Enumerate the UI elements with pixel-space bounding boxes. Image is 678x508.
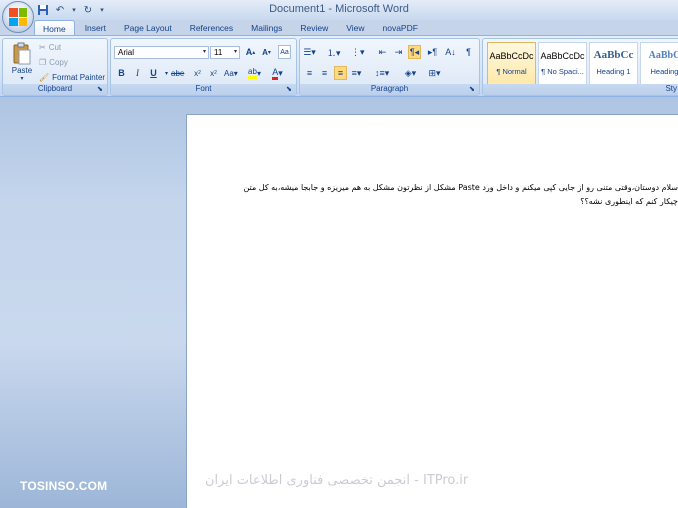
ribbon: Paste ▾ ✂ Cut ❐ Copy 🖌 Format Painter Cl… xyxy=(0,35,678,97)
shading-button[interactable]: ◈▾ xyxy=(404,66,417,80)
chevron-down-icon: ▾ xyxy=(202,49,206,55)
office-button[interactable] xyxy=(2,1,34,33)
customize-qat-icon[interactable]: ▾ xyxy=(98,3,106,17)
ltr-direction-button[interactable]: ▸¶ xyxy=(426,45,439,59)
style-name: Heading xyxy=(650,67,678,76)
style-normal[interactable]: AaBbCcDc ¶ Normal xyxy=(487,42,536,86)
chevron-down-icon: ▾ xyxy=(20,76,24,82)
paste-label: Paste xyxy=(11,66,33,75)
document-page[interactable]: سلام دوستان،وقتی متنی رو از جایی کپی میک… xyxy=(186,114,678,508)
cut-button[interactable]: ✂ Cut xyxy=(39,43,61,52)
grow-font-button[interactable]: A ▴ xyxy=(244,45,257,59)
brush-icon: 🖌 xyxy=(39,73,50,82)
document-line: چیکار کنم که اینطوری نشه؟؟ xyxy=(580,197,678,206)
style-sample: AaBbC xyxy=(648,50,678,61)
shrink-font-button[interactable]: A ▾ xyxy=(260,45,273,59)
italic-button[interactable]: I xyxy=(131,66,144,80)
highlight-color-button[interactable]: ab ▾ xyxy=(248,66,261,80)
styles-group: AaBbCcDc ¶ Normal AaBbCcDc ¶ No Spaci...… xyxy=(482,38,678,96)
dialog-launcher-icon[interactable]: ⬊ xyxy=(469,86,477,94)
styles-group-label: Sty xyxy=(483,84,678,95)
show-formatting-button[interactable]: ¶ xyxy=(462,45,475,59)
document-line: سلام دوستان،وقتی متنی رو از جایی کپی میک… xyxy=(243,183,678,192)
numbering-button[interactable]: ⒈▾ xyxy=(327,45,341,59)
tab-references[interactable]: References xyxy=(182,20,241,36)
clear-formatting-button[interactable]: Aa xyxy=(278,45,291,59)
style-no-spacing[interactable]: AaBbCcDc ¶ No Spaci... xyxy=(538,42,587,86)
format-painter-button[interactable]: 🖌 Format Painter xyxy=(39,73,105,82)
tab-view[interactable]: View xyxy=(338,20,372,36)
style-name: ¶ No Spaci... xyxy=(541,67,584,76)
chevron-down-icon: ▾ xyxy=(233,49,237,55)
document-body[interactable]: سلام دوستان،وقتی متنی رو از جایی کپی میک… xyxy=(238,181,678,209)
justify-button[interactable]: ≡▾ xyxy=(350,66,363,80)
change-case-button[interactable]: Aa▾ xyxy=(224,66,238,80)
decrease-indent-button[interactable]: ⇤ xyxy=(376,45,389,59)
clipboard-group-label: Clipboard xyxy=(3,84,107,95)
style-sample: AaBbCcDc xyxy=(540,51,585,61)
multilevel-list-button[interactable]: ⋮▾ xyxy=(351,45,365,59)
bullets-button[interactable]: ☰▾ xyxy=(303,45,316,59)
tab-home[interactable]: Home xyxy=(34,20,75,36)
tab-review[interactable]: Review xyxy=(292,20,336,36)
tab-mailings[interactable]: Mailings xyxy=(243,20,290,36)
scissors-icon: ✂ xyxy=(39,43,46,52)
line-spacing-button[interactable]: ↕≡▾ xyxy=(375,66,389,80)
cut-label: Cut xyxy=(48,43,62,52)
redo-icon[interactable]: ↻ xyxy=(81,3,95,17)
dialog-launcher-icon[interactable]: ⬊ xyxy=(286,86,294,94)
style-heading-2[interactable]: AaBbC Heading xyxy=(640,42,678,86)
align-left-button[interactable]: ≡ xyxy=(303,66,316,80)
paragraph-group-label: Paragraph xyxy=(300,84,479,95)
increase-indent-button[interactable]: ⇥ xyxy=(392,45,405,59)
bold-button[interactable]: B xyxy=(115,66,128,80)
sort-button[interactable]: A↓ xyxy=(444,45,457,59)
borders-button[interactable]: ⊞▾ xyxy=(428,66,441,80)
tab-insert[interactable]: Insert xyxy=(77,20,114,36)
dialog-launcher-icon[interactable]: ⬊ xyxy=(97,86,105,94)
font-family-select[interactable]: Arial ▾ xyxy=(114,46,209,59)
style-sample: AaBbCcDc xyxy=(489,51,534,61)
save-icon[interactable] xyxy=(36,3,50,17)
style-name: Heading 1 xyxy=(596,67,631,76)
forum-watermark: ITPro.ir - انجمن تخصصی فناوری اطلاعات ای… xyxy=(205,473,469,488)
paragraph-group: ☰▾ ⒈▾ ⋮▾ ⇤ ⇥ ¶◂ ▸¶ A↓ ¶ ≡ ≡ ≡ ≡▾ ↕≡▾ ◈▾ … xyxy=(299,38,480,96)
style-name: ¶ Normal xyxy=(496,67,527,76)
ribbon-tabs: Home Insert Page Layout References Maili… xyxy=(34,20,426,36)
font-size-select[interactable]: 11 ▾ xyxy=(210,46,240,59)
tab-page-layout[interactable]: Page Layout xyxy=(116,20,180,36)
undo-icon[interactable]: ↶ xyxy=(53,3,67,17)
underline-button[interactable]: U xyxy=(147,66,160,80)
tab-novapdf[interactable]: novaPDF xyxy=(375,20,426,36)
clipboard-group: Paste ▾ ✂ Cut ❐ Copy 🖌 Format Painter Cl… xyxy=(2,38,108,96)
paste-button[interactable]: Paste ▾ xyxy=(8,42,36,82)
subscript-button[interactable]: x2 xyxy=(191,66,204,80)
style-heading-1[interactable]: AaBbCc Heading 1 xyxy=(589,42,638,86)
strikethrough-button[interactable]: abe xyxy=(171,66,184,80)
align-right-button[interactable]: ≡ xyxy=(334,66,347,80)
paste-icon xyxy=(12,42,32,65)
superscript-button[interactable]: x2 xyxy=(207,66,220,80)
rtl-direction-button[interactable]: ¶◂ xyxy=(408,45,421,59)
align-center-button[interactable]: ≡ xyxy=(318,66,331,80)
font-family-value: Arial xyxy=(118,48,135,57)
font-group: Arial ▾ 11 ▾ A ▴ A ▾ Aa B I U ▾ abe x2 x2 … xyxy=(110,38,297,96)
font-color-button[interactable]: A ▾ xyxy=(271,66,284,80)
format-painter-label: Format Painter xyxy=(52,73,106,82)
copy-label: Copy xyxy=(49,58,68,67)
copy-icon: ❐ xyxy=(39,58,47,67)
copy-button[interactable]: ❐ Copy xyxy=(39,58,68,67)
style-sample: AaBbCc xyxy=(593,49,634,61)
quick-access-toolbar: ↶ ▾ ↻ ▾ xyxy=(36,3,106,17)
site-watermark: TOSINSO.COM xyxy=(20,479,108,493)
chevron-down-icon[interactable]: ▾ xyxy=(70,3,78,17)
font-size-value: 11 xyxy=(214,48,223,57)
font-group-label: Font xyxy=(111,84,296,95)
office-logo-icon xyxy=(9,8,27,26)
